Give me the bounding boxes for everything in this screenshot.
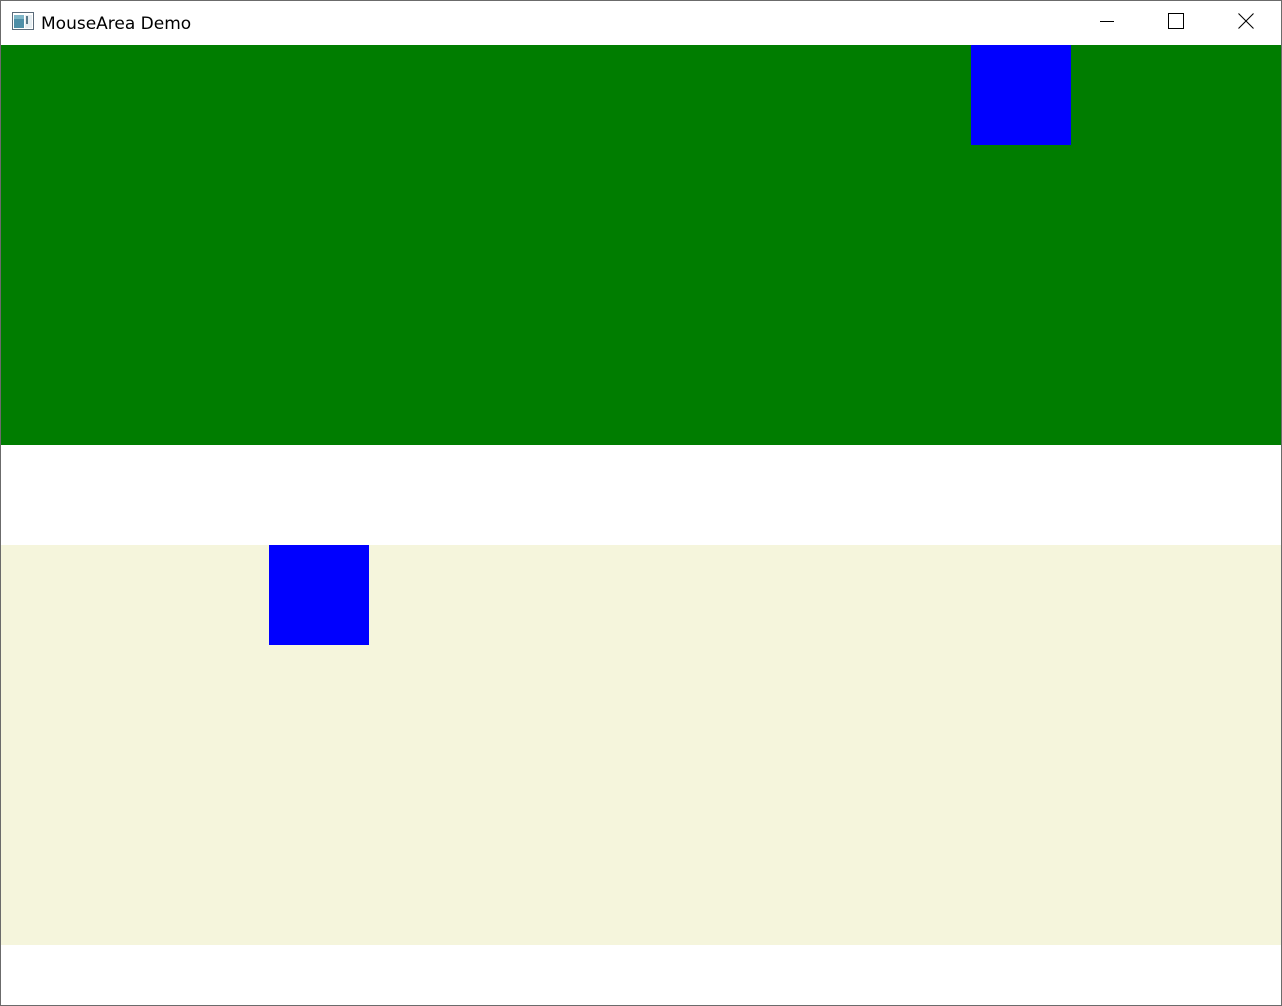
top-mouse-area[interactable]: [1, 45, 1281, 445]
close-icon: [1238, 13, 1254, 33]
maximize-icon: [1168, 13, 1184, 33]
minimize-icon: [1099, 13, 1115, 33]
app-window: MouseArea Demo: [0, 0, 1282, 1006]
close-button[interactable]: [1211, 1, 1281, 45]
blue-square[interactable]: [971, 45, 1071, 145]
window-content: [1, 45, 1281, 1005]
maximize-button[interactable]: [1141, 1, 1211, 45]
app-window-icon: [12, 12, 34, 30]
minimize-button[interactable]: [1072, 1, 1142, 45]
window-title: MouseArea Demo: [41, 14, 192, 34]
bottom-mouse-area[interactable]: [1, 545, 1281, 945]
title-bar[interactable]: MouseArea Demo: [1, 1, 1281, 45]
blue-square[interactable]: [269, 545, 369, 645]
